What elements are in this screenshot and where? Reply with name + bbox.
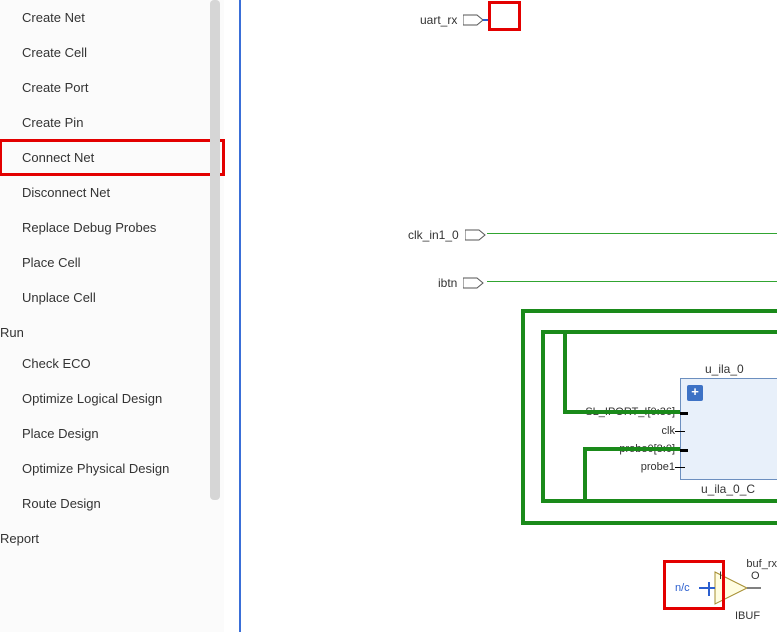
run-section-header: Run (0, 315, 224, 346)
connect-net-item[interactable]: Connect Net (0, 140, 224, 175)
input-port-icon (465, 228, 493, 242)
create-cell-item[interactable]: Create Cell (0, 35, 224, 70)
bus-v3 (563, 330, 567, 414)
u-ila-0-title-top: u_ila_0 (705, 362, 744, 376)
input-port-icon (463, 13, 491, 27)
create-port-item[interactable]: Create Port (0, 70, 224, 105)
bus-h-top (521, 309, 777, 313)
place-cell-item[interactable]: Place Cell (0, 245, 224, 280)
ibtn-port[interactable]: ibtn (438, 274, 491, 292)
create-net-item[interactable]: Create Net (0, 0, 224, 35)
bus-v2 (541, 330, 545, 499)
bus-to-probe0 (583, 447, 680, 451)
wire-clk (487, 233, 777, 234)
pin-clk: clk (662, 425, 675, 437)
bus-h-bot2 (541, 499, 777, 503)
uart-rx-port[interactable]: uart_rx (420, 11, 491, 29)
bus-v4 (583, 447, 587, 503)
u-ila-0-title-bottom: u_ila_0_C (701, 482, 755, 496)
uart-rx-label: uart_rx (420, 13, 463, 27)
bus-to-slport (563, 410, 680, 414)
place-design-item[interactable]: Place Design (0, 416, 224, 451)
clk-in1-0-port[interactable]: clk_in1_0 (408, 226, 493, 244)
expand-block-button[interactable]: + (687, 385, 703, 401)
unplace-cell-item[interactable]: Unplace Cell (0, 280, 224, 315)
buf-rx-block[interactable]: buf_rx n/c I O IBUF (691, 558, 771, 618)
sidebar: Create Net Create Cell Create Port Creat… (0, 0, 225, 632)
pin-probe1: probe1 (641, 461, 675, 473)
check-eco-item[interactable]: Check ECO (0, 346, 224, 381)
pin-I-label: I (719, 570, 722, 582)
u-ila-0-block[interactable]: + (680, 378, 777, 480)
disconnect-net-item[interactable]: Disconnect Net (0, 175, 224, 210)
optimize-logical-design-item[interactable]: Optimize Logical Design (0, 381, 224, 416)
bus-h-bot (521, 521, 777, 525)
bus-h-top2 (541, 330, 777, 334)
report-section-header: Report (0, 521, 224, 552)
nc-label: n/c (675, 582, 690, 594)
canvas-divider (239, 0, 241, 632)
replace-debug-probes-item[interactable]: Replace Debug Probes (0, 210, 224, 245)
input-port-icon (463, 276, 491, 290)
create-pin-item[interactable]: Create Pin (0, 105, 224, 140)
buf-type-label: IBUF (735, 610, 760, 622)
ibtn-label: ibtn (438, 276, 463, 290)
sidebar-scrollbar[interactable] (210, 0, 220, 632)
wire-ibtn (487, 281, 777, 282)
uart-rx-highlight (488, 1, 521, 31)
optimize-physical-design-item[interactable]: Optimize Physical Design (0, 451, 224, 486)
clk-in1-0-label: clk_in1_0 (408, 228, 465, 242)
schematic-canvas[interactable]: uart_rx clk_in1_0 ibtn (225, 0, 777, 632)
pin-O-label: O (751, 570, 760, 582)
bus-v1 (521, 309, 525, 525)
route-design-item[interactable]: Route Design (0, 486, 224, 521)
